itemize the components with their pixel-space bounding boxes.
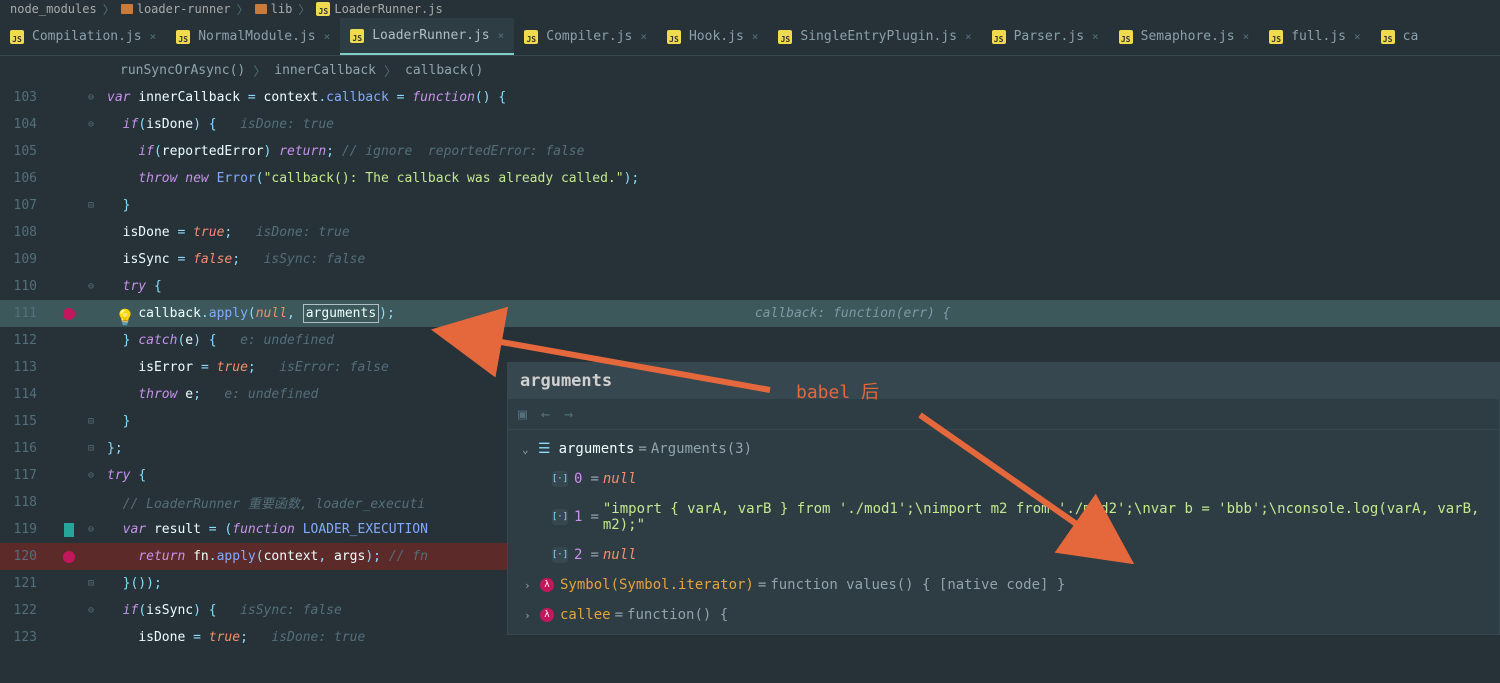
tab-singleentryplugin[interactable]: JSSingleEntryPlugin.js× — [768, 18, 981, 55]
line-number[interactable]: 121 — [0, 576, 55, 591]
debug-item-row[interactable]: [·] 2 = null — [508, 540, 1499, 570]
js-file-icon: JS — [1269, 30, 1283, 44]
nav-item[interactable]: runSyncOrAsync() — [120, 63, 245, 78]
method-icon: λ — [540, 608, 554, 622]
tab-loaderrunner[interactable]: JSLoaderRunner.js× — [340, 18, 514, 55]
chevron-right-icon[interactable]: › — [524, 609, 540, 622]
line-number[interactable]: 122 — [0, 603, 55, 618]
debug-evaluate-panel: arguments ▣ ← → ⌄ ☰ arguments = Argument… — [507, 362, 1500, 635]
breadcrumb-folder[interactable]: node_modules — [8, 2, 99, 16]
forward-icon[interactable]: → — [564, 405, 573, 423]
close-icon[interactable]: × — [498, 29, 505, 42]
line-number[interactable]: 119 — [0, 522, 55, 537]
code-nav-breadcrumb: runSyncOrAsync() 〉 innerCallback 〉 callb… — [0, 56, 1500, 84]
line-number[interactable]: 114 — [0, 387, 55, 402]
tab-semaphore[interactable]: JSSemaphore.js× — [1109, 18, 1260, 55]
close-icon[interactable]: × — [1354, 30, 1361, 43]
breadcrumb-folder[interactable]: loader-runner — [119, 2, 233, 16]
js-file-icon: JS — [176, 30, 190, 44]
breakpoint-marker[interactable] — [63, 551, 75, 563]
chevron-right-icon: 〉 — [376, 61, 405, 80]
debug-callee-row[interactable]: › λ callee = function() { — [508, 600, 1499, 630]
line-number[interactable]: 120 — [0, 549, 55, 564]
line-number[interactable]: 111 — [0, 306, 55, 321]
tab-ca[interactable]: JSca — [1371, 18, 1429, 55]
js-file-icon: JS — [316, 2, 330, 16]
line-number[interactable]: 113 — [0, 360, 55, 375]
chevron-right-icon: 〉 — [233, 1, 253, 18]
line-number[interactable]: 123 — [0, 630, 55, 645]
close-icon[interactable]: × — [1243, 30, 1250, 43]
line-number[interactable]: 106 — [0, 171, 55, 186]
line-number[interactable]: 104 — [0, 117, 55, 132]
js-file-icon: JS — [524, 30, 538, 44]
js-file-icon: JS — [1119, 30, 1133, 44]
chevron-right-icon: 〉 — [245, 61, 274, 80]
js-file-icon: JS — [667, 30, 681, 44]
close-icon[interactable]: × — [150, 30, 157, 43]
close-icon[interactable]: × — [1092, 30, 1099, 43]
tab-hook[interactable]: JSHook.js× — [657, 18, 768, 55]
list-icon: ☰ — [538, 441, 551, 457]
back-icon[interactable]: ← — [541, 405, 550, 423]
close-icon[interactable]: × — [324, 30, 331, 43]
tab-normalmodule[interactable]: JSNormalModule.js× — [166, 18, 340, 55]
line-number[interactable]: 105 — [0, 144, 55, 159]
tab-compilation[interactable]: JSCompilation.js× — [0, 18, 166, 55]
line-number[interactable]: 117 — [0, 468, 55, 483]
line-number[interactable]: 108 — [0, 225, 55, 240]
breakpoint-marker[interactable] — [63, 308, 75, 320]
folder-icon — [121, 4, 133, 14]
close-icon[interactable]: × — [640, 30, 647, 43]
debug-variables: ⌄ ☰ arguments = Arguments(3) [·] 0 = nul… — [508, 430, 1499, 634]
annotation-label: babel 后 — [796, 378, 879, 404]
close-icon[interactable]: × — [965, 30, 972, 43]
array-index-icon: [·] — [552, 509, 568, 525]
js-file-icon: JS — [350, 29, 364, 43]
js-file-icon: JS — [778, 30, 792, 44]
debug-item-row[interactable]: [·] 1 = "import { varA, varB } from './m… — [508, 494, 1499, 540]
breadcrumb-file[interactable]: JS LoaderRunner.js — [314, 2, 444, 16]
chevron-right-icon: 〉 — [294, 1, 314, 18]
file-breadcrumb: node_modules 〉 loader-runner 〉 lib 〉 JS … — [0, 0, 1500, 18]
folder-icon — [255, 4, 267, 14]
debug-panel-title: arguments — [508, 363, 1499, 399]
lightbulb-icon[interactable]: 💡 — [115, 308, 133, 326]
line-number[interactable]: 115 — [0, 414, 55, 429]
line-number[interactable]: 116 — [0, 441, 55, 456]
bookmark-marker[interactable] — [64, 523, 74, 537]
tab-parser[interactable]: JSParser.js× — [982, 18, 1109, 55]
tab-compiler[interactable]: JSCompiler.js× — [514, 18, 657, 55]
chevron-right-icon[interactable]: › — [524, 579, 540, 592]
editor-tabs: JSCompilation.js× JSNormalModule.js× JSL… — [0, 18, 1500, 56]
debug-item-row[interactable]: [·] 0 = null — [508, 464, 1499, 494]
line-number[interactable]: 109 — [0, 252, 55, 267]
array-index-icon: [·] — [552, 547, 568, 563]
line-number[interactable]: 103 — [0, 90, 55, 105]
nav-item[interactable]: callback() — [405, 63, 483, 78]
tab-full[interactable]: JSfull.js× — [1259, 18, 1370, 55]
line-number[interactable]: 118 — [0, 495, 55, 510]
line-number[interactable]: 107 — [0, 198, 55, 213]
js-file-icon: JS — [10, 30, 24, 44]
js-file-icon: JS — [1381, 30, 1395, 44]
line-number[interactable]: 112 — [0, 333, 55, 348]
chevron-down-icon[interactable]: ⌄ — [522, 443, 538, 456]
debug-root-row[interactable]: ⌄ ☰ arguments = Arguments(3) — [508, 434, 1499, 464]
new-watch-icon[interactable]: ▣ — [518, 405, 527, 423]
breadcrumb-folder[interactable]: lib — [253, 2, 295, 16]
js-file-icon: JS — [992, 30, 1006, 44]
debug-toolbar: ▣ ← → — [508, 399, 1499, 430]
nav-item[interactable]: innerCallback — [274, 63, 376, 78]
chevron-right-icon: 〉 — [99, 1, 119, 18]
line-number[interactable]: 110 — [0, 279, 55, 294]
method-icon: λ — [540, 578, 554, 592]
debug-symbol-row[interactable]: › λ Symbol(Symbol.iterator) = function v… — [508, 570, 1499, 600]
close-icon[interactable]: × — [752, 30, 759, 43]
array-index-icon: [·] — [552, 471, 568, 487]
